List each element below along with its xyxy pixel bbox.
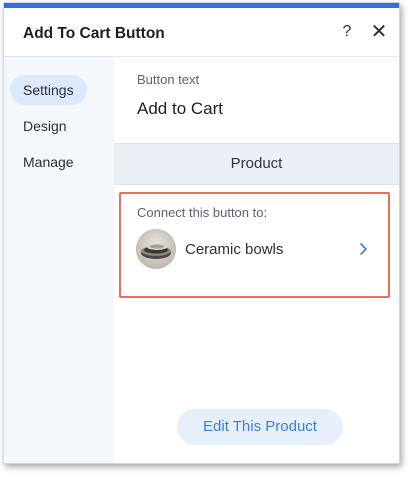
product-name: Ceramic bowls xyxy=(185,241,284,258)
panel-title: Add To Cart Button xyxy=(23,25,165,42)
sidebar-item-design[interactable]: Design xyxy=(10,111,87,141)
product-section-header: Product xyxy=(114,143,399,185)
add-to-cart-settings-panel: Add To Cart Button ? ✕ Settings Design M… xyxy=(3,2,400,464)
button-text-label: Button text xyxy=(137,72,200,87)
sidebar-item-manage[interactable]: Manage xyxy=(10,147,87,177)
sidebar-nav: Settings Design Manage xyxy=(4,57,114,463)
product-thumbnail xyxy=(136,229,176,269)
panel-header: Add To Cart Button ? ✕ xyxy=(4,8,399,57)
edit-product-button[interactable]: Edit This Product xyxy=(177,409,343,445)
sidebar-item-settings[interactable]: Settings xyxy=(10,75,87,105)
settings-content: Button text Add to Cart Product Connect … xyxy=(114,57,399,463)
button-text-input[interactable]: Add to Cart xyxy=(133,91,395,127)
chevron-right-icon[interactable] xyxy=(350,236,376,262)
help-icon[interactable]: ? xyxy=(337,21,357,43)
connected-product-row[interactable]: Ceramic bowls xyxy=(136,229,376,271)
close-icon[interactable]: ✕ xyxy=(368,21,390,43)
connect-button-label: Connect this button to: xyxy=(137,205,268,220)
